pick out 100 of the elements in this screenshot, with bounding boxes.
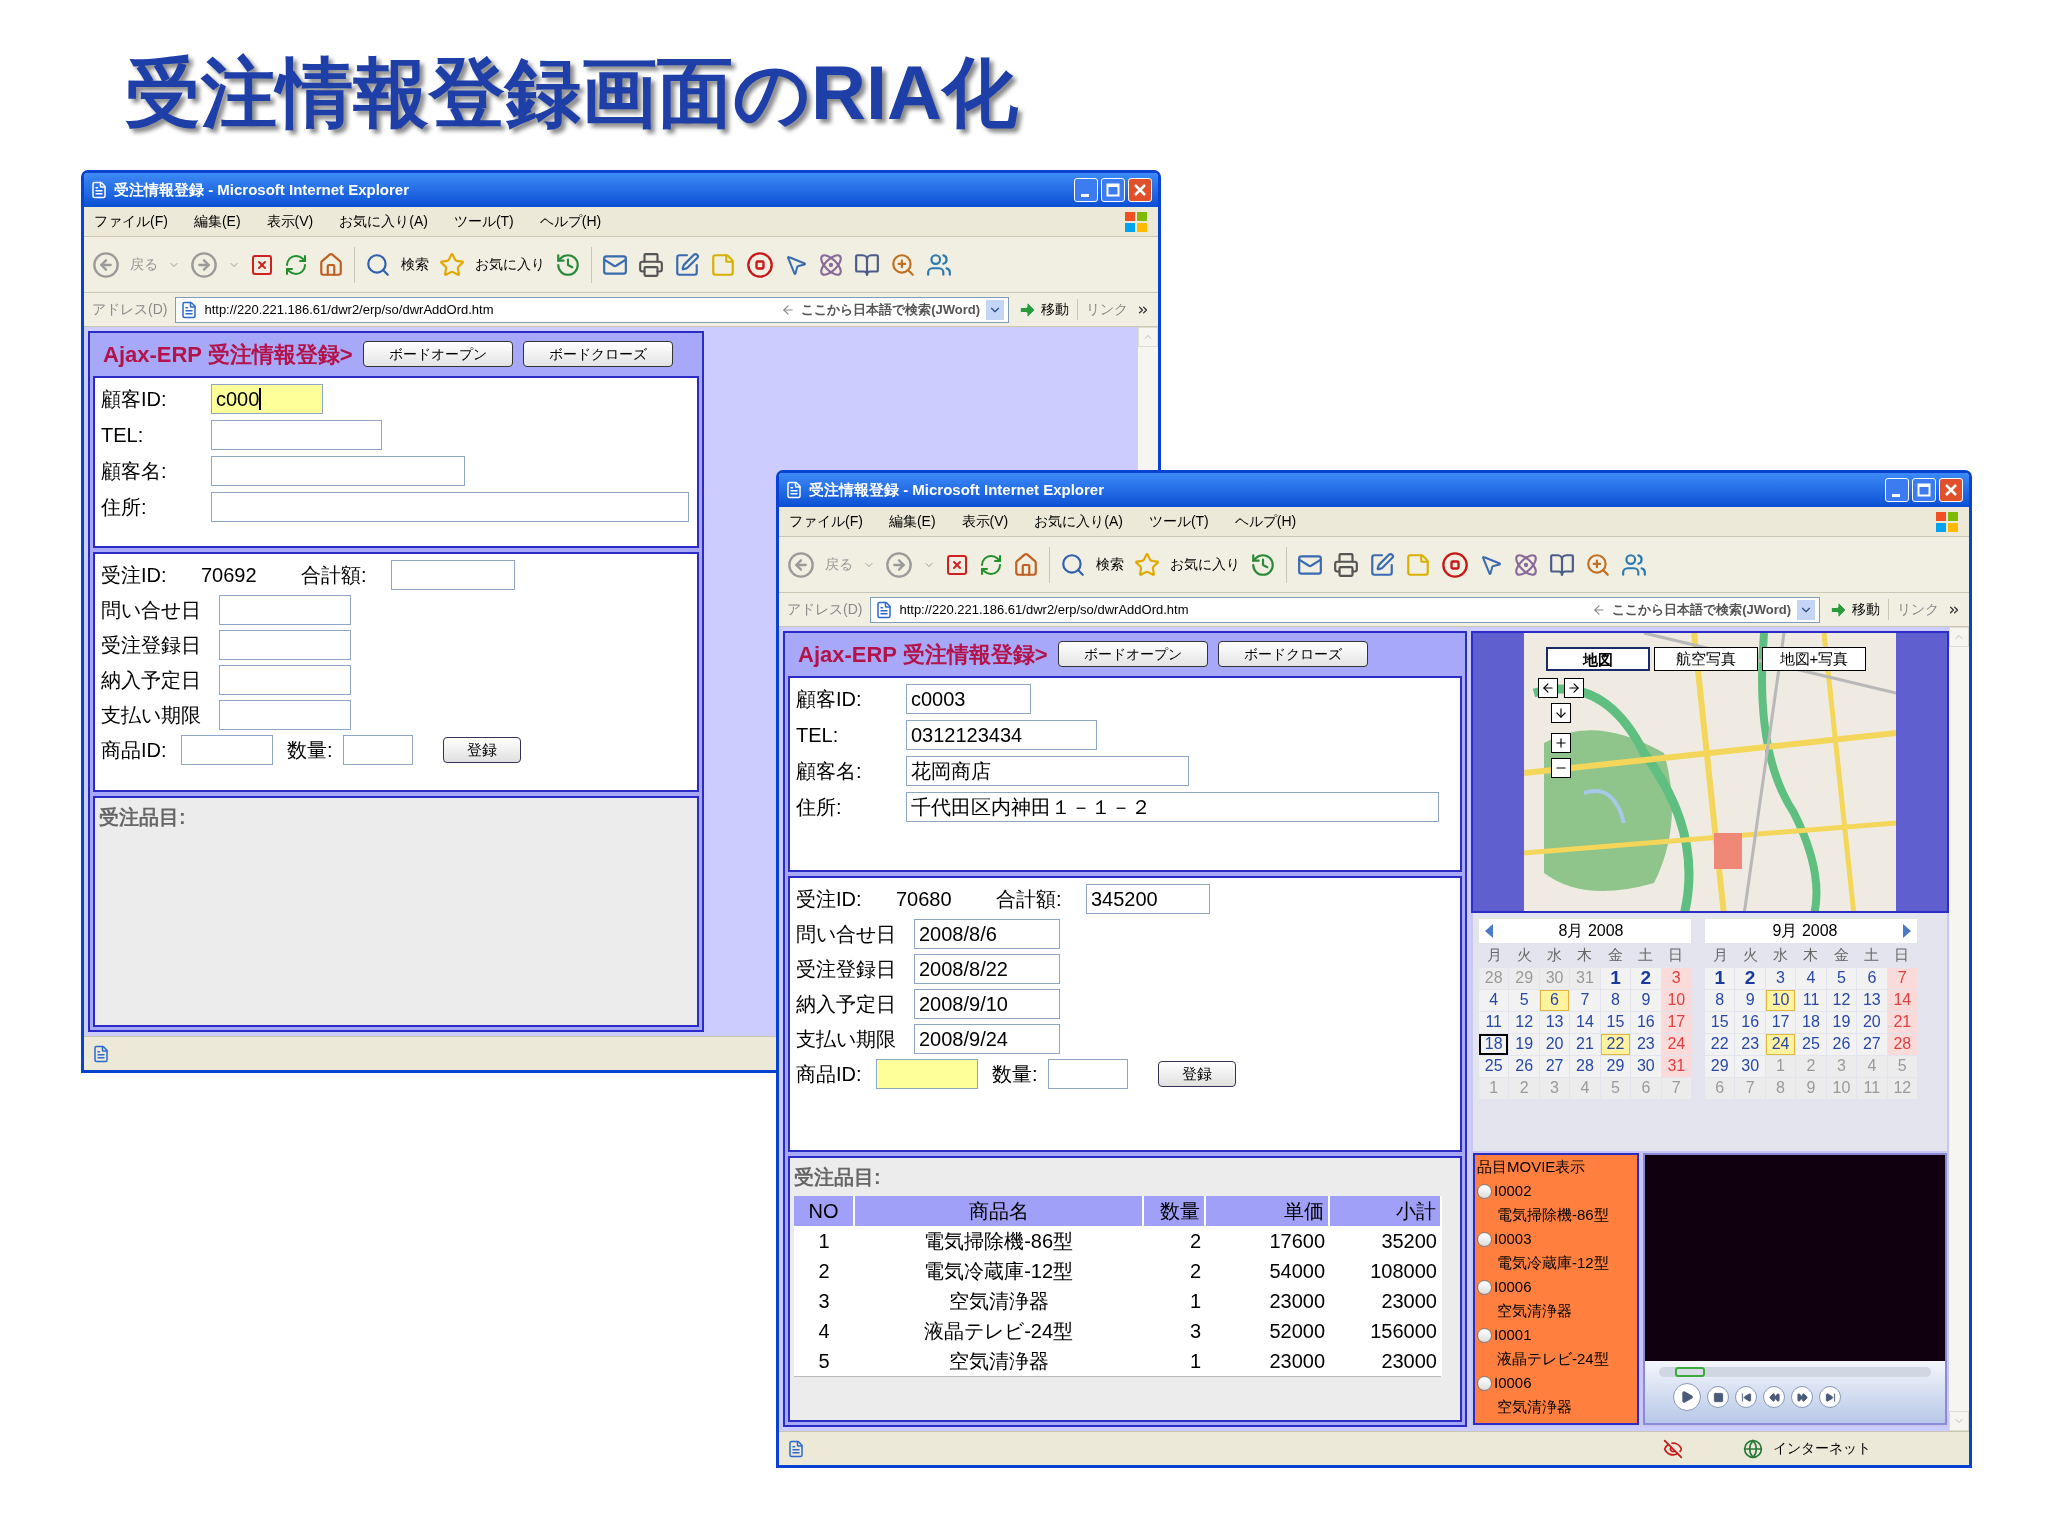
calendar-day[interactable]: 21 [1570,1033,1600,1055]
register-button[interactable]: 登録 [443,737,521,763]
rewind-icon[interactable] [1763,1386,1785,1408]
search-icon[interactable] [365,251,391,278]
calendar-day[interactable]: 11 [1796,989,1826,1011]
calendar-day[interactable]: 27 [1857,1033,1887,1055]
menu-item[interactable]: 表示(V) [961,511,1009,532]
circle-icon[interactable] [1441,550,1469,579]
zoom-in-icon[interactable] [1551,733,1571,753]
map-type-tab[interactable]: 航空写真 [1654,647,1758,671]
calendar-day[interactable]: 9 [1735,989,1765,1011]
calendar-day[interactable]: 24 [1765,1033,1796,1055]
forward-icon[interactable] [190,250,218,279]
refresh-icon[interactable] [284,252,308,277]
search-label[interactable]: 検索 [401,254,429,275]
calendar-day[interactable]: 28 [1570,1055,1600,1077]
input-field[interactable] [211,420,383,450]
menu-item[interactable]: ファイル(F) [789,511,863,532]
input-field[interactable] [219,665,351,695]
magnifier-icon[interactable] [1585,551,1611,578]
calendar-day[interactable]: 29 [1705,1055,1735,1077]
calendar-day[interactable]: 25 [1479,1055,1509,1077]
home-icon[interactable] [1013,551,1039,578]
calendar-day[interactable]: 20 [1539,1033,1570,1055]
input-field[interactable] [219,630,351,660]
previous-icon[interactable] [1735,1386,1757,1408]
calendar-day[interactable]: 25 [1796,1033,1826,1055]
menu-item[interactable]: 編集(E) [193,211,241,232]
input-field[interactable]: 花岡商店 [906,756,1189,786]
calendar-day[interactable]: 6 [1857,967,1887,989]
calendar-day[interactable]: 27 [1539,1055,1570,1077]
go-button[interactable]: 移動 [1017,299,1069,320]
menu-item[interactable]: お気に入り(A) [1034,511,1123,532]
menu-item[interactable]: ツール(T) [1148,511,1209,532]
next-month-icon[interactable] [1901,923,1913,939]
calendar-day[interactable]: 29 [1600,1055,1631,1077]
calendar-day[interactable]: 13 [1539,1011,1570,1033]
calendar-day[interactable]: 2 [1735,967,1765,989]
calendar-day[interactable]: 9 [1631,989,1661,1011]
calendar-day[interactable]: 3 [1765,967,1796,989]
radio-button[interactable] [1477,1183,1492,1199]
calendar-day[interactable]: 15 [1600,1011,1631,1033]
board-button[interactable]: ボードクローズ [1217,641,1368,667]
calendar-day[interactable]: 1 [1600,967,1631,989]
calendar-day[interactable]: 6 [1539,989,1570,1011]
calendar-day[interactable]: 7 [1570,989,1600,1011]
menu-item[interactable]: 編集(E) [888,511,936,532]
prev-month-icon[interactable] [1483,923,1495,939]
menu-item[interactable]: 表示(V) [266,211,314,232]
input-field[interactable]: 0312123434 [906,720,1097,750]
stop-icon[interactable] [250,252,274,277]
print-icon[interactable] [638,251,664,278]
star-icon[interactable] [1134,551,1160,578]
menu-item[interactable]: ヘルプ(H) [539,211,602,232]
input-field[interactable]: 2008/9/10 [914,989,1060,1019]
maximize-button[interactable] [1101,178,1125,202]
close-button[interactable] [1128,178,1152,202]
refresh-icon[interactable] [979,552,1003,577]
calendar-day[interactable]: 30 [1735,1055,1765,1077]
input-field[interactable] [211,492,689,522]
zoom-out-icon[interactable] [1551,758,1571,778]
input-field[interactable] [211,456,465,486]
print-icon[interactable] [1333,551,1359,578]
history-icon[interactable] [555,251,581,278]
calendar-day[interactable]: 16 [1631,1011,1661,1033]
calendar-day[interactable]: 23 [1631,1033,1661,1055]
pan-right-icon[interactable] [1564,678,1584,698]
map-type-tab[interactable]: 地図 [1546,647,1650,671]
people-icon[interactable] [1621,551,1647,578]
next-icon[interactable] [1819,1386,1841,1408]
minimize-button[interactable] [1885,478,1909,502]
edit-icon[interactable] [1369,551,1395,578]
radio-button[interactable] [1477,1375,1492,1391]
calendar-day[interactable]: 5 [1826,967,1857,989]
favorites-label[interactable]: お気に入り [475,254,545,275]
fast-forward-icon[interactable] [1791,1386,1813,1408]
dropdown-button[interactable] [1797,599,1815,620]
menu-item[interactable]: ツール(T) [453,211,514,232]
stop-icon[interactable] [1707,1386,1729,1408]
calendar-day[interactable]: 14 [1570,1011,1600,1033]
menu-item[interactable]: ファイル(F) [94,211,168,232]
calendar-day[interactable]: 2 [1631,967,1661,989]
pan-down-icon[interactable] [1551,703,1571,723]
input-field[interactable] [391,560,515,590]
input-field[interactable] [219,595,351,625]
calendar-day[interactable]: 4 [1796,967,1826,989]
search-icon[interactable] [1060,551,1086,578]
input-field[interactable]: c000 [211,384,324,414]
dropdown-button[interactable] [986,299,1004,320]
calendar-day[interactable]: 16 [1735,1011,1765,1033]
magnifier-icon[interactable] [890,251,916,278]
home-icon[interactable] [318,251,344,278]
radio-button[interactable] [1477,1279,1492,1295]
play-icon[interactable] [1673,1383,1701,1411]
calendar-day[interactable]: 26 [1826,1033,1857,1055]
seek-thumb[interactable] [1675,1367,1706,1377]
pan-left-icon[interactable] [1538,678,1558,698]
calendar-day[interactable]: 13 [1857,989,1887,1011]
go-button[interactable]: 移動 [1828,599,1880,620]
star-icon[interactable] [439,251,465,278]
